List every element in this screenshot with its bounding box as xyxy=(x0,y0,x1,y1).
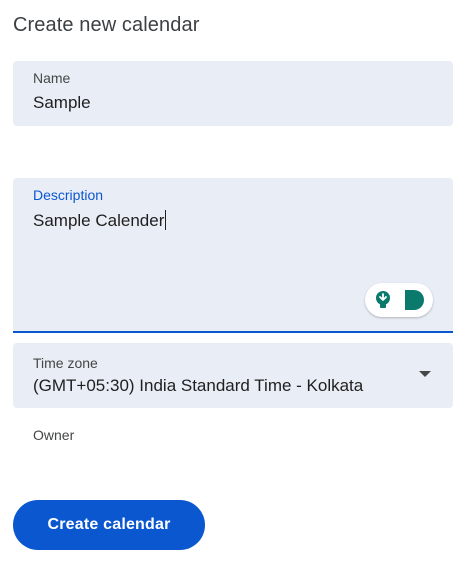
page-title: Create new calendar xyxy=(13,14,200,36)
create-calendar-page: Create new calendar Name Sample Descript… xyxy=(0,0,467,570)
name-field-label: Name xyxy=(33,70,71,86)
writing-assist-button[interactable] xyxy=(365,283,433,317)
description-field-label: Description xyxy=(33,187,104,203)
name-field[interactable]: Name Sample xyxy=(13,61,453,126)
lightbulb-icon xyxy=(376,291,390,308)
owner-label: Owner xyxy=(33,427,75,443)
timezone-value: (GMT+05:30) India Standard Time - Kolkat… xyxy=(33,376,364,395)
timezone-label: Time zone xyxy=(33,355,98,371)
description-field[interactable]: Description Sample Calender xyxy=(13,178,453,333)
name-input[interactable]: Sample xyxy=(33,93,91,113)
text-cursor xyxy=(165,210,167,230)
description-input[interactable]: Sample Calender xyxy=(33,210,167,231)
speech-bubble-icon xyxy=(405,290,424,310)
create-calendar-button[interactable]: Create calendar xyxy=(13,500,205,550)
timezone-select[interactable]: Time zone (GMT+05:30) India Standard Tim… xyxy=(13,343,453,408)
chevron-down-icon[interactable] xyxy=(419,371,431,377)
description-text: Sample Calender xyxy=(33,211,165,230)
